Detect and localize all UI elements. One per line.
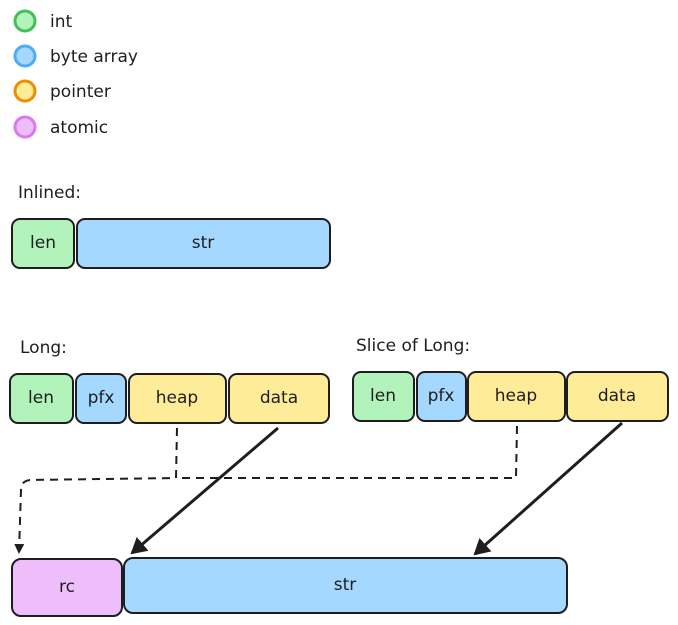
legend-label: int bbox=[50, 12, 72, 32]
string-layout-diagram: int byte array pointer atomic Inlined: l… bbox=[9, 9, 669, 617]
legend-item-atomic: atomic bbox=[13, 115, 108, 139]
field-label: len bbox=[370, 386, 396, 406]
field-label: heap bbox=[495, 386, 537, 406]
field-label: heap bbox=[156, 388, 198, 408]
field-label: str bbox=[334, 575, 357, 595]
legend-item-byte-array: byte array bbox=[13, 44, 138, 68]
pointer-swatch-icon bbox=[13, 79, 37, 103]
legend-label: byte array bbox=[50, 47, 138, 67]
field-label: data bbox=[260, 388, 298, 408]
inlined-layout: len str bbox=[11, 218, 331, 269]
legend-item-pointer: pointer bbox=[13, 79, 111, 103]
field-label: data bbox=[598, 386, 636, 406]
byte-array-swatch-icon bbox=[13, 44, 37, 68]
inlined-title: Inlined: bbox=[18, 183, 81, 203]
field-label: len bbox=[28, 388, 54, 408]
long-title: Long: bbox=[20, 338, 67, 358]
slice-layout: len pfx heap data bbox=[352, 371, 669, 422]
int-swatch-icon bbox=[13, 9, 37, 33]
field-label: len bbox=[30, 233, 56, 253]
long-layout: len pfx heap data bbox=[9, 373, 330, 424]
legend-item-int: int bbox=[13, 9, 72, 33]
legend-label: pointer bbox=[50, 82, 111, 102]
long-data-pointer-arrow bbox=[130, 426, 279, 555]
slice-data-pointer-arrow bbox=[473, 421, 623, 556]
legend-label: atomic bbox=[50, 118, 108, 138]
slice-title: Slice of Long: bbox=[356, 336, 470, 356]
field-label: pfx bbox=[88, 388, 115, 408]
field-label: pfx bbox=[428, 386, 455, 406]
legend: int byte array pointer atomic bbox=[13, 9, 138, 139]
field-label: str bbox=[192, 233, 215, 253]
heap-buffer: rc str bbox=[11, 557, 568, 617]
atomic-swatch-icon bbox=[13, 115, 37, 139]
field-label: rc bbox=[59, 577, 75, 597]
